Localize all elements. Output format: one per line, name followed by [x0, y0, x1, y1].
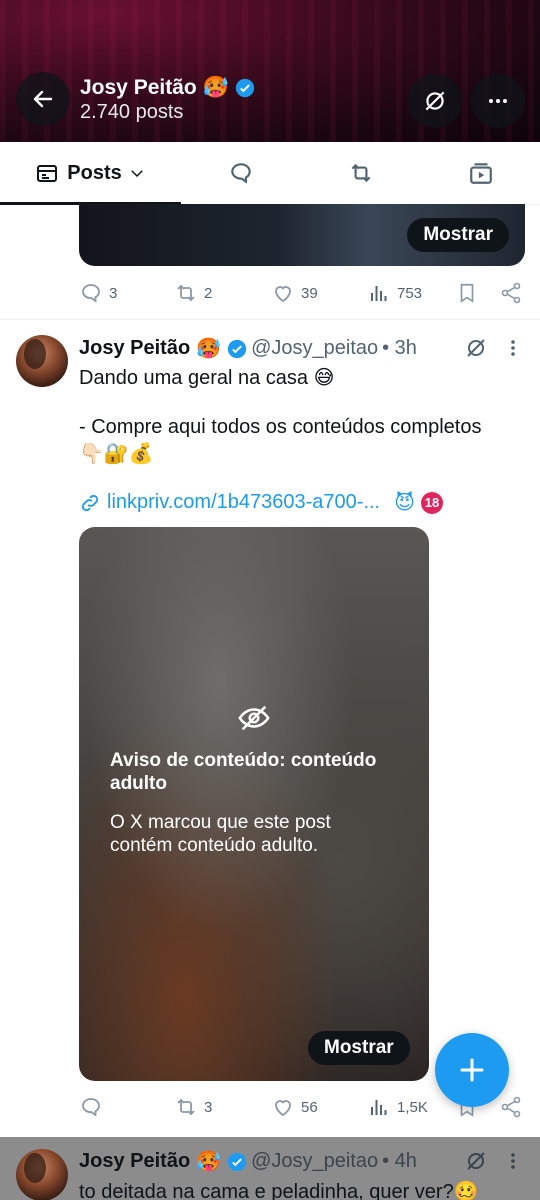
bookmark-action[interactable]: [456, 278, 478, 308]
like-action[interactable]: 39: [271, 278, 318, 308]
previous-tweet-actions: 3 2 39 753: [79, 278, 525, 308]
tweet-divider: [0, 319, 540, 320]
like-action[interactable]: 56: [271, 1092, 318, 1122]
views-bar-chart-icon: [371, 1100, 387, 1115]
tweet-header: Josy Peitão 🥵 @Josy_peitao • 4h: [79, 1149, 417, 1174]
reply-action[interactable]: 3: [79, 278, 117, 308]
views-action[interactable]: 1,5K: [367, 1092, 428, 1122]
verified-badge-icon: [227, 1152, 247, 1171]
share-action[interactable]: [499, 1092, 523, 1122]
grok-explain-button[interactable]: [464, 336, 488, 365]
tweet-author-name[interactable]: Josy Peitão: [79, 1150, 190, 1173]
tab-posts-label: Posts: [67, 161, 122, 184]
avatar[interactable]: [16, 335, 68, 387]
media-video-icon: [469, 163, 492, 184]
more-dots-icon: [489, 99, 507, 103]
views-action[interactable]: 753: [367, 278, 422, 308]
tweet-text-line-2: - Compre aqui todos os conteúdos complet…: [79, 416, 482, 438]
eye-slash-icon: [238, 705, 270, 731]
adult-18-emoji: 18: [420, 491, 443, 514]
link-icon: [81, 494, 99, 511]
compose-post-button[interactable]: [435, 1033, 509, 1107]
hot-face-emoji: 🥵: [196, 1151, 222, 1173]
chevron-down-icon: [130, 170, 143, 178]
tab-posts[interactable]: Posts: [0, 142, 181, 205]
tweet-author-handle[interactable]: @Josy_peitao: [251, 337, 378, 360]
posts-tab-icon: [37, 165, 58, 182]
arrow-left-icon: [33, 90, 53, 108]
views-count: 1,5K: [397, 1098, 428, 1116]
profile-tabs: Posts: [0, 142, 540, 205]
heart-icon: [275, 286, 291, 303]
header-name-text: Josy Peitão: [80, 76, 197, 99]
sensitive-media-card[interactable]: Aviso de conteúdo: conteúdo adulto O X m…: [79, 527, 429, 1081]
tweet-text-line-1: Dando uma geral na casa 😅: [79, 367, 335, 389]
repost-action[interactable]: 2: [174, 278, 212, 308]
content-warning-title: Aviso de conteúdo: conteúdo adulto: [110, 750, 377, 794]
tab-media[interactable]: [421, 142, 540, 204]
share-icon: [501, 282, 521, 304]
repost-icon: [177, 284, 195, 302]
hot-face-emoji: 🥵: [196, 338, 222, 360]
bookmark-icon: [460, 283, 474, 303]
repost-count: 3: [204, 1098, 213, 1116]
grok-icon: [467, 339, 485, 357]
reply-action[interactable]: [79, 1092, 103, 1122]
more-vertical-icon: [511, 340, 515, 356]
share-action[interactable]: [499, 278, 523, 308]
reply-icon: [82, 1098, 100, 1117]
header-posts-count: 2.740 posts: [80, 101, 184, 123]
profile-header-banner: Josy Peitão 🥵 2.740 posts: [0, 0, 540, 142]
next-tweet-dimmed[interactable]: Josy Peitão 🥵 @Josy_peitao • 4h to deita…: [0, 1137, 540, 1200]
plus-icon: [460, 1058, 484, 1082]
reply-count: 3: [109, 284, 118, 302]
grok-icon: [467, 1152, 485, 1170]
like-count: 39: [301, 284, 318, 302]
repost-icon: [351, 163, 371, 183]
tab-reposts[interactable]: [301, 142, 421, 204]
tweet-more-button[interactable]: [503, 1149, 523, 1178]
repost-icon: [177, 1098, 195, 1116]
tweet-text-line-3: 👇🏻🔐💰: [79, 443, 154, 465]
grok-icon: [425, 91, 445, 111]
reply-bubble-icon: [231, 163, 251, 184]
tweet-text: to deitada na cama e peladinha, quer ver…: [79, 1181, 479, 1200]
like-count: 56: [301, 1098, 318, 1116]
avatar[interactable]: [16, 1149, 68, 1200]
header-profile-name: Josy Peitão 🥵: [80, 76, 255, 100]
hot-face-emoji: 🥵: [202, 76, 229, 99]
repost-count: 2: [204, 284, 213, 302]
views-count: 753: [397, 284, 423, 302]
grok-explain-button[interactable]: [464, 1149, 488, 1178]
tweet-header: Josy Peitão 🥵 @Josy_peitao • 3h: [79, 336, 417, 361]
more-vertical-icon: [511, 1153, 515, 1169]
views-bar-chart-icon: [371, 286, 387, 301]
share-icon: [501, 1096, 521, 1118]
grok-button[interactable]: [408, 74, 462, 128]
heart-icon: [275, 1100, 291, 1117]
tweet-author-name[interactable]: Josy Peitão: [79, 337, 190, 360]
devil-emoji: 😈: [394, 492, 415, 514]
show-media-button[interactable]: Mostrar: [308, 1031, 410, 1065]
tweet-link-row: linkpriv.com/1b473603-a700-... 😈 18: [79, 490, 443, 515]
reply-icon: [82, 284, 100, 303]
verified-badge-icon: [227, 339, 247, 358]
tweet-more-button[interactable]: [503, 336, 523, 365]
show-media-button[interactable]: Mostrar: [407, 218, 509, 252]
tweet-link[interactable]: linkpriv.com/1b473603-a700-...: [107, 491, 380, 514]
tweet-author-handle[interactable]: @Josy_peitao: [251, 1150, 378, 1173]
more-options-button[interactable]: [471, 74, 525, 128]
tweet-timestamp[interactable]: • 4h: [382, 1150, 417, 1173]
content-warning-subtitle: O X marcou que este post contém conteúdo…: [110, 812, 331, 856]
back-button[interactable]: [16, 72, 70, 126]
previous-tweet-media[interactable]: Mostrar: [79, 204, 525, 266]
tweet-timestamp[interactable]: • 3h: [382, 337, 417, 360]
verified-badge-icon: [235, 78, 255, 98]
tab-replies[interactable]: [181, 142, 301, 204]
repost-action[interactable]: 3: [174, 1092, 212, 1122]
